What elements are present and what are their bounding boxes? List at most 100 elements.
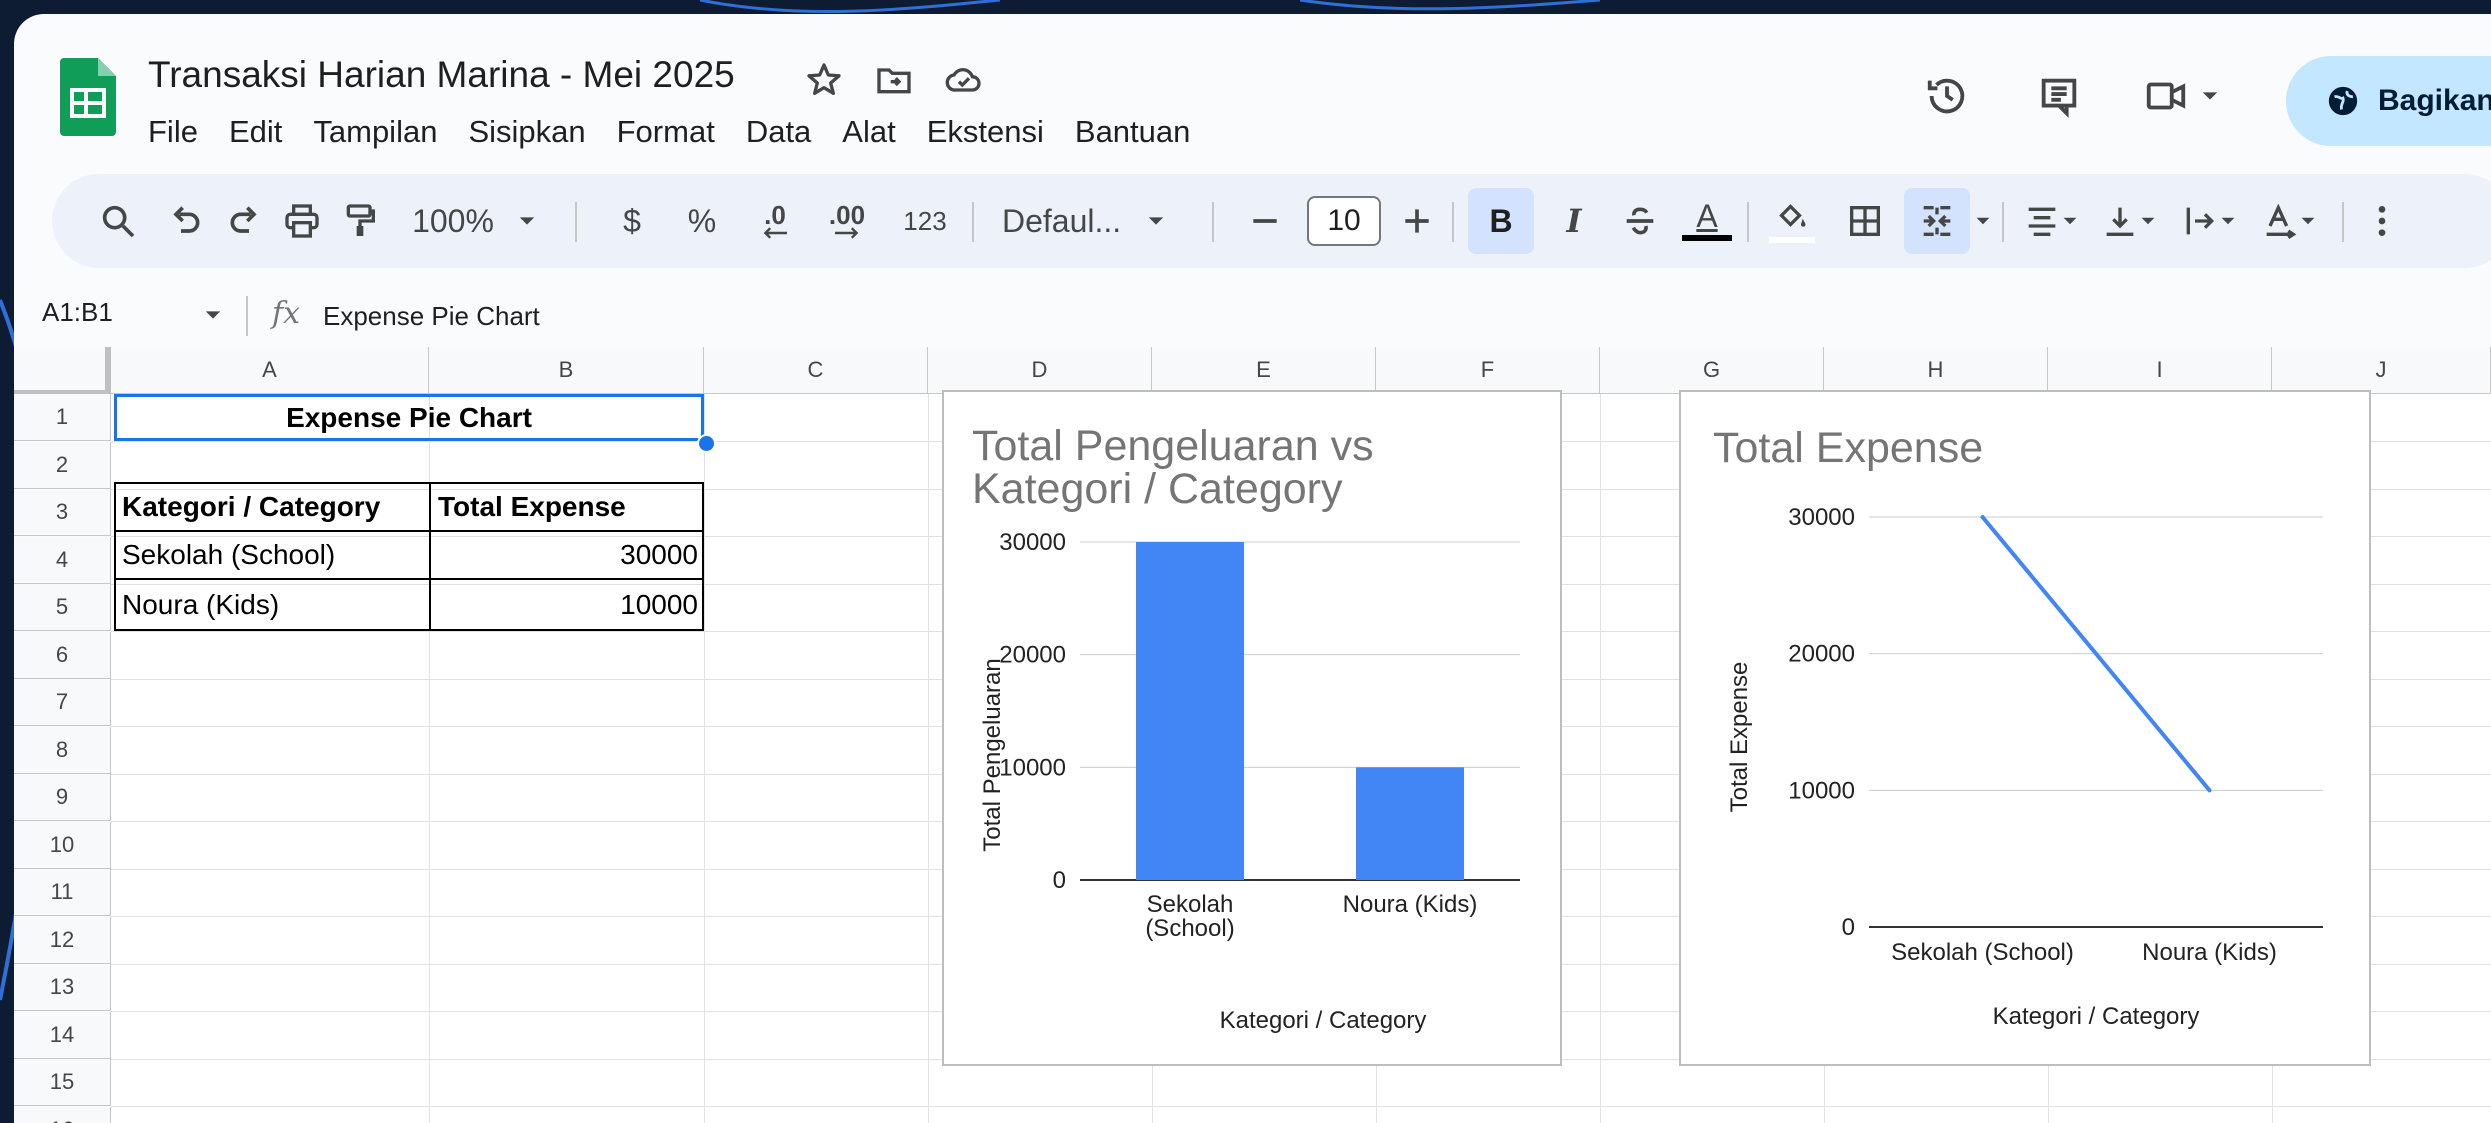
row-header[interactable]: 5 [14,584,111,631]
vertical-align-button[interactable] [2092,174,2164,268]
y-tick-label: 30000 [999,529,1066,556]
name-box[interactable]: A1:B1 [42,297,113,328]
minus-icon [1253,219,1277,223]
toolbar-separator [1452,202,1454,242]
column-header[interactable]: E [1152,347,1376,394]
grid-column-line [1600,394,1601,1123]
more-options-button[interactable] [2362,174,2402,268]
row-header[interactable]: 16 [14,1106,111,1123]
menu-file[interactable]: File [148,114,198,150]
merge-cells-dropdown[interactable] [1970,174,1996,268]
column-header[interactable]: C [704,347,928,394]
paint-format-button[interactable] [332,174,388,268]
column-header[interactable]: G [1600,347,1824,394]
search-menus-button[interactable] [90,174,146,268]
zoom-select[interactable]: 100% [404,174,544,268]
meet-button[interactable] [2143,73,2219,119]
row-header[interactable]: 1 [14,394,111,441]
text-wrapping-button[interactable] [2172,174,2244,268]
bold-button[interactable]: B [1468,188,1534,254]
horizontal-align-button[interactable] [2014,174,2086,268]
column-header[interactable]: H [1824,347,2048,394]
menu-tools[interactable]: Alat [842,114,895,150]
header-category[interactable]: Kategori / Category [122,484,380,530]
move-folder-icon[interactable] [874,60,914,100]
comments-button[interactable] [2031,68,2087,124]
header-total-expense[interactable]: Total Expense [438,484,626,530]
total-cell[interactable]: 30000 [434,532,698,578]
paint-format-icon [346,204,375,236]
increase-decimal-label: .00 [828,200,866,230]
row-header[interactable]: 8 [14,726,111,774]
menu-view[interactable]: Tampilan [313,114,437,150]
text-rotation-button[interactable] [2252,174,2324,268]
borders-button[interactable] [1837,174,1893,268]
menu-help[interactable]: Bantuan [1075,114,1191,150]
redo-button[interactable] [216,174,272,268]
column-header[interactable]: J [2272,347,2491,394]
y-tick-label: 20000 [999,642,1066,669]
row-header[interactable]: 2 [14,441,111,489]
row-header[interactable]: 10 [14,821,111,869]
merge-cells-button[interactable] [1904,188,1970,254]
percent-format-button[interactable]: % [682,174,722,268]
bar-chart[interactable]: Total Pengeluaran vs Kategori / Category… [942,390,1562,1066]
redo-icon [230,206,257,233]
decrease-decimal-button[interactable]: .0 [747,174,803,268]
chevron-down-icon [2202,92,2218,100]
menu-data[interactable]: Data [746,114,811,150]
menu-extensions[interactable]: Ekstensi [927,114,1044,150]
row-header[interactable]: 6 [14,631,111,679]
print-button[interactable] [274,174,330,268]
column-header[interactable]: D [928,347,1152,394]
row-header[interactable]: 7 [14,679,111,726]
select-all-corner[interactable] [14,347,111,394]
undo-icon [173,206,200,233]
column-header[interactable]: A [111,347,429,394]
chevron-down-icon [2301,217,2315,225]
row-header[interactable]: 4 [14,536,111,584]
row-header[interactable]: 13 [14,964,111,1011]
document-title[interactable]: Transaksi Harian Marina - Mei 2025 [148,54,735,96]
number-format-button[interactable]: 123 [897,174,953,268]
toolbar-separator [2002,202,2004,242]
version-history-button[interactable] [1919,68,1975,124]
category-cell[interactable]: Noura (Kids) [122,580,279,629]
column-header[interactable]: F [1376,347,1600,394]
share-button[interactable]: Bagikan [2286,56,2491,146]
menu-format[interactable]: Format [617,114,715,150]
italic-button[interactable]: I [1546,174,1602,268]
star-icon[interactable] [804,60,844,100]
column-header[interactable]: B [429,347,704,394]
cloud-saved-icon[interactable] [944,60,984,100]
font-select[interactable]: Defaul... [1002,174,1182,268]
chevron-down-icon[interactable] [204,306,222,324]
row-header[interactable]: 11 [14,869,111,916]
line-chart[interactable]: Total Expense 0 10000 20000 30000 Sekolah (… [1679,390,2371,1066]
title-actions [804,60,984,100]
total-cell[interactable]: 10000 [434,580,698,629]
category-cell[interactable]: Sekolah (School) [122,532,335,578]
row-header[interactable]: 15 [14,1059,111,1106]
chart-title-line: Kategori / Category [972,465,1343,513]
strikethrough-button[interactable] [1612,174,1668,268]
currency-format-button[interactable]: $ [612,174,652,268]
row-header[interactable]: 14 [14,1011,111,1059]
fill-color-button[interactable] [1762,174,1822,268]
decrease-font-size-button[interactable] [1237,174,1293,268]
fill-handle[interactable] [697,434,716,453]
increase-decimal-button[interactable]: .00 [817,174,877,268]
font-size-input[interactable]: 10 [1307,196,1381,246]
row-header[interactable]: 9 [14,774,111,821]
undo-button[interactable] [158,174,214,268]
formula-input[interactable]: Expense Pie Chart [323,301,540,332]
decrease-decimal-label: .0 [764,200,786,230]
text-color-button[interactable]: A [1677,174,1737,268]
row-header[interactable]: 12 [14,916,111,964]
increase-font-size-button[interactable] [1389,174,1445,268]
menu-edit[interactable]: Edit [229,114,282,150]
column-header[interactable]: I [2048,347,2272,394]
menu-insert[interactable]: Sisipkan [468,114,585,150]
sheets-logo-icon[interactable] [60,58,116,136]
row-header[interactable]: 3 [14,489,111,536]
